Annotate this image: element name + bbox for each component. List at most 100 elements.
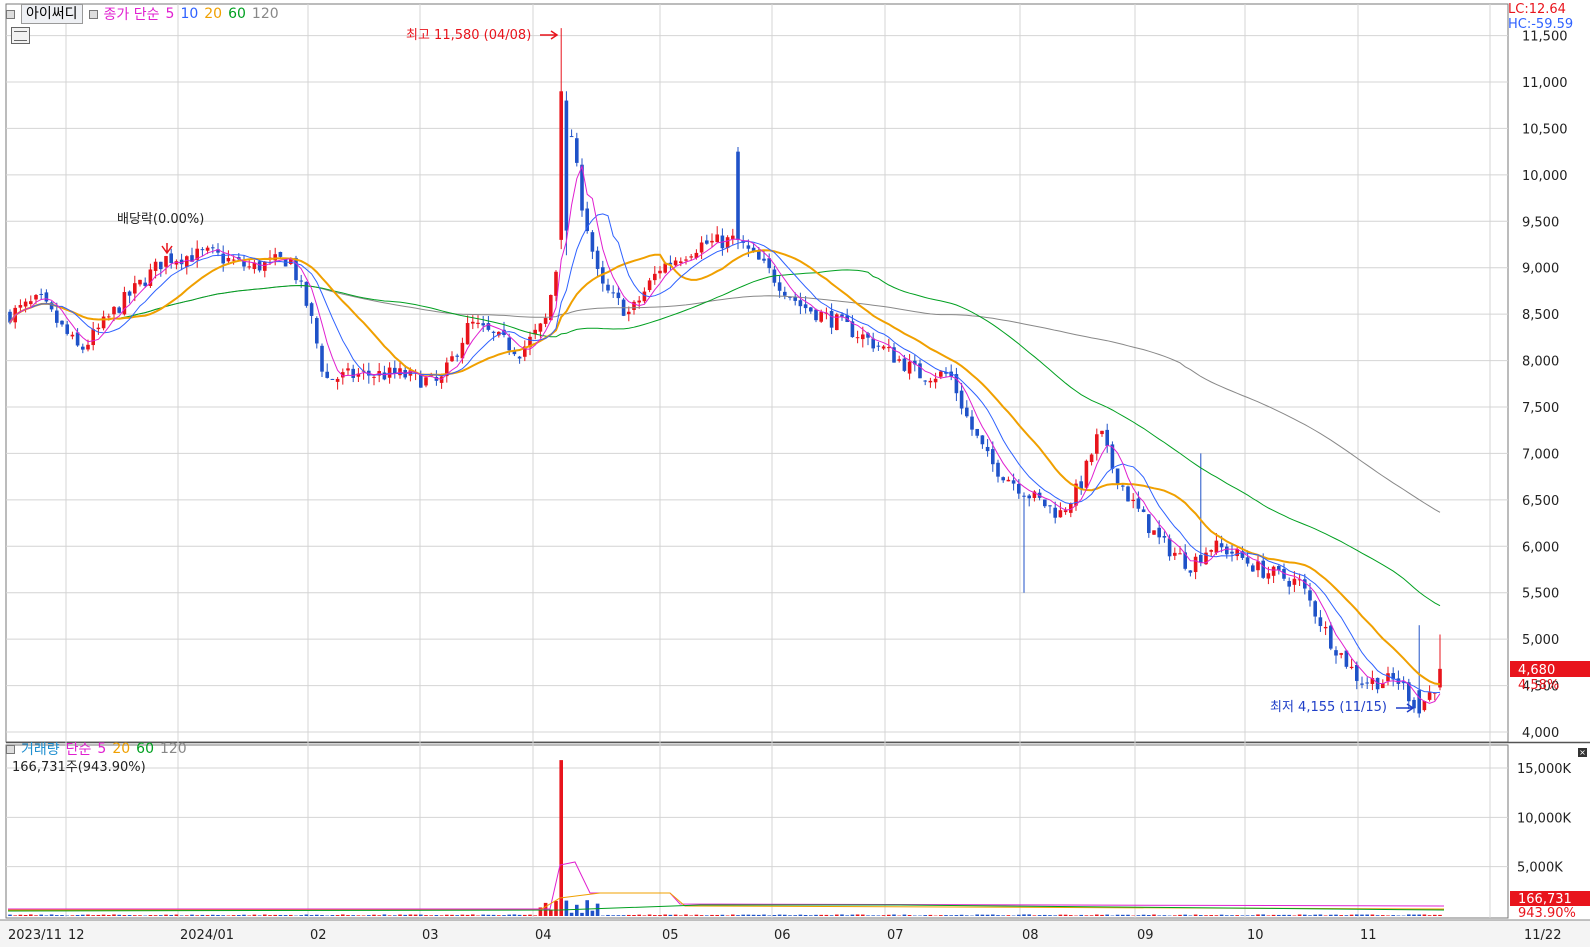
price-tick-label: 7,500 [1522, 401, 1559, 416]
candle-body [346, 368, 350, 371]
volume-bar [434, 915, 439, 916]
down-candle [798, 292, 803, 315]
volume-bar [1214, 915, 1219, 916]
candle-body [783, 291, 787, 296]
volume-bar [1105, 914, 1109, 916]
down-candle [985, 439, 990, 457]
x-axis-label: 11/22 [1524, 928, 1561, 943]
candle-body [372, 376, 376, 378]
up-candle [252, 260, 257, 274]
up-candle [1339, 652, 1343, 659]
candle-body [1048, 505, 1052, 507]
volume-bar [798, 914, 803, 916]
down-candle [876, 341, 881, 351]
up-candle [96, 323, 101, 335]
volume-bar [944, 915, 948, 916]
volume-bar [1251, 915, 1255, 916]
volume-bar [403, 914, 407, 916]
volume-bar [278, 914, 283, 916]
volume-bar [341, 914, 345, 916]
volume-bar [367, 915, 371, 916]
volume-bar [632, 915, 636, 916]
down-candle [127, 290, 132, 304]
candle-body [939, 371, 943, 377]
candle-body [1271, 566, 1276, 576]
volume-bar [1121, 914, 1125, 916]
close-icon[interactable]: × [1578, 748, 1587, 757]
vol-ma5-label: 5 [97, 741, 107, 757]
stock-name-button[interactable]: 아이써디 [21, 4, 83, 24]
ma120-line [9, 284, 1441, 513]
down-candle [954, 367, 959, 402]
up-candle [928, 377, 933, 388]
down-candle [60, 320, 64, 327]
volume-bar [1048, 915, 1052, 916]
volume-bar [772, 915, 777, 916]
volume-bar [1261, 914, 1265, 916]
volume-tick-label: 10,000K [1517, 811, 1571, 826]
volume-bar [1178, 914, 1182, 916]
grid-table-icon[interactable] [11, 27, 30, 44]
candle-body [1422, 700, 1427, 711]
volume-bar [1339, 915, 1343, 916]
down-candle [1126, 485, 1130, 502]
volume-bar [39, 914, 43, 916]
volume-square-icon[interactable] [6, 744, 15, 754]
volume-bar [809, 915, 813, 916]
down-candle [1121, 484, 1125, 491]
volume-bar [1188, 915, 1193, 916]
up-candle [523, 340, 527, 362]
down-candle [590, 230, 595, 260]
volume-bar [413, 914, 418, 916]
volume-bar [471, 914, 475, 916]
volume-bar [621, 915, 626, 916]
down-candle [814, 308, 818, 323]
menu-square-icon[interactable] [6, 9, 15, 19]
volume-bar [1365, 914, 1369, 916]
candle-body [1329, 625, 1333, 649]
candle-body [1027, 495, 1031, 499]
candle-body [746, 245, 751, 249]
volume-bar [1136, 915, 1141, 916]
down-candle [1230, 544, 1234, 562]
up-candle [1100, 430, 1104, 437]
volume-bar [304, 914, 309, 916]
volume-bar [34, 915, 38, 916]
volume-bar [715, 914, 719, 916]
candle-body [283, 259, 288, 267]
down-candle [1141, 506, 1146, 513]
volume-panel-frame [5, 744, 1509, 919]
down-candle [190, 247, 194, 263]
volume-bar [174, 914, 179, 916]
volume-bar [647, 914, 652, 916]
candle-body [1245, 557, 1250, 564]
high-arrow-icon [540, 30, 559, 40]
up-candle [647, 277, 652, 293]
candle-body [226, 257, 231, 262]
up-candle [1063, 507, 1068, 515]
volume-bar [1017, 914, 1021, 916]
up-candle [1131, 493, 1135, 509]
x-axis-label: 10 [1247, 928, 1264, 943]
volume-bar [611, 915, 615, 916]
candle-body [1084, 460, 1089, 488]
volume-bar [273, 914, 277, 916]
candle-body [351, 368, 355, 378]
down-candle [777, 275, 782, 298]
volume-bar [1037, 915, 1042, 916]
volume-bar [1006, 915, 1011, 916]
up-candle [528, 331, 532, 356]
up-candle [907, 354, 912, 380]
volume-bar [1089, 915, 1094, 916]
volume-bar [268, 915, 272, 916]
down-candle [892, 342, 896, 363]
candle-body [1006, 479, 1011, 482]
candle-body [39, 293, 43, 295]
indicator-square-icon[interactable] [88, 9, 98, 19]
candle-body [81, 346, 85, 350]
candle-body [803, 304, 808, 309]
volume-bar [1370, 914, 1375, 916]
volume-bar [138, 915, 142, 916]
lc-value: LC:12.64 [1508, 2, 1566, 17]
candle-body [933, 378, 938, 383]
